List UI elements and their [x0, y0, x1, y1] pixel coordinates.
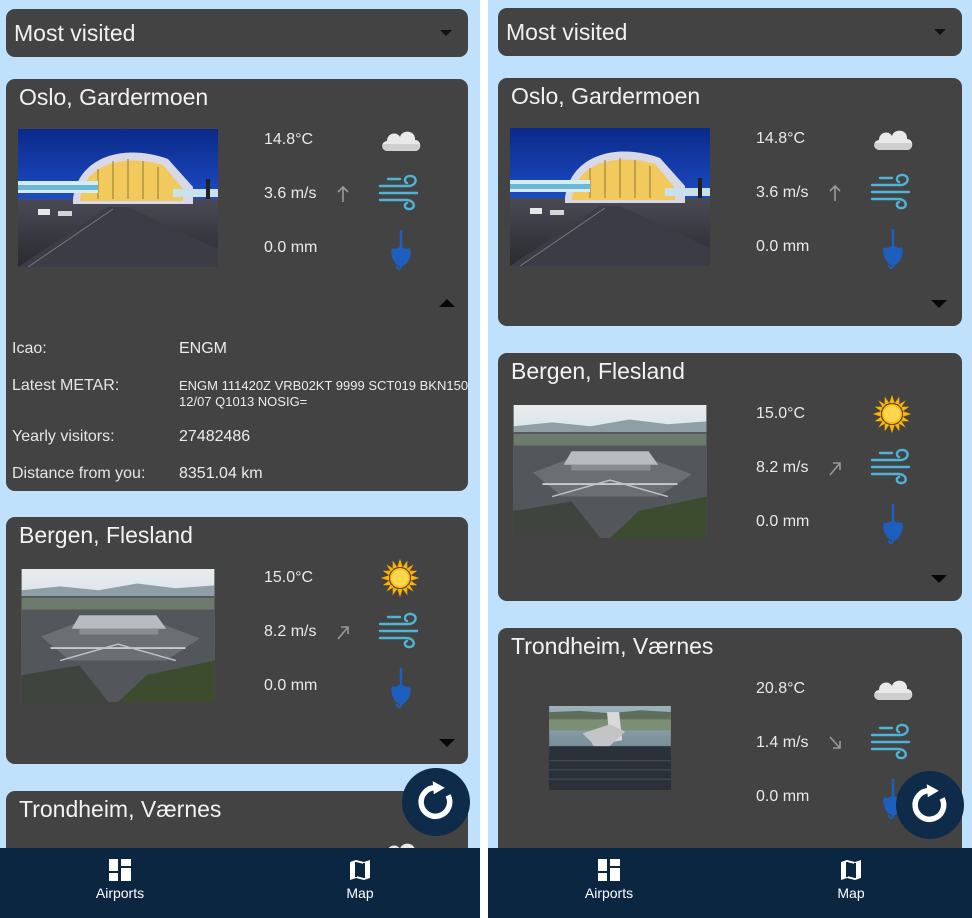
umbrella-icon: [386, 664, 416, 708]
wind-direction-arrow-icon: [827, 734, 843, 752]
wind-icon: [870, 170, 914, 210]
temperature-value: 15.0°C: [756, 405, 806, 422]
metar-value: ENGM 111420Z VRB02KT 9999 SCT019 BKN150 …: [179, 378, 468, 409]
nav-airports[interactable]: Airports: [0, 848, 240, 918]
wind-direction-arrow-icon: [335, 185, 351, 203]
precipitation-value: 0.0 mm: [264, 239, 318, 256]
airport-name: Oslo, Gardermoen: [511, 83, 701, 109]
wind-icon: [870, 445, 914, 485]
temperature-value: 14.8°C: [756, 130, 806, 147]
airport-name: Trondheim, Værnes: [511, 633, 714, 659]
nav-map[interactable]: Map: [730, 848, 972, 918]
right-screen: Most visited Oslo, Gardermoen 14.8°C 3.6…: [488, 0, 972, 918]
wind-value: 1.4 m/s: [756, 734, 809, 751]
nav-airports-label: Airports: [584, 885, 634, 901]
wind-value: 3.6 m/s: [264, 185, 317, 202]
wind-direction-arrow-icon: [335, 623, 351, 641]
refresh-button[interactable]: [402, 768, 470, 836]
airport-name: Trondheim, Værnes: [19, 796, 222, 822]
bottom-navigation: Airports Map: [0, 848, 480, 918]
dashboard-icon: [598, 859, 620, 881]
sort-dropdown[interactable]: Most visited: [498, 8, 962, 56]
wind-value: 8.2 m/s: [264, 623, 317, 640]
expand-arrow-icon[interactable]: [931, 575, 947, 583]
icao-value: ENGM: [179, 340, 227, 357]
distance-value: 8351.04 km: [179, 465, 263, 482]
bottom-navigation: Airports Map: [488, 848, 972, 918]
nav-map-label: Map: [346, 885, 374, 901]
airport-photo: [510, 706, 710, 790]
visitors-label: Yearly visitors:: [12, 428, 115, 445]
umbrella-icon: [386, 226, 416, 270]
wind-icon: [378, 171, 422, 211]
visitors-value: 27482486: [179, 428, 251, 445]
cloud-icon: [870, 673, 916, 703]
metar-label: Latest METAR:: [12, 377, 120, 394]
temperature-value: 15.0°C: [264, 569, 314, 586]
refresh-icon: [414, 780, 458, 824]
wind-icon: [378, 609, 422, 649]
expand-arrow-icon[interactable]: [931, 300, 947, 308]
refresh-icon: [908, 783, 952, 827]
airport-card-oslo[interactable]: Oslo, Gardermoen 14.8°C 3.6 m/s 0.0 mm: [498, 78, 962, 326]
airport-photo: [510, 128, 710, 266]
cloud-icon: [870, 123, 916, 153]
screen-divider: [480, 0, 488, 918]
collapse-arrow-icon[interactable]: [439, 299, 455, 307]
airport-card-bergen[interactable]: Bergen, Flesland 15.0°C 8.2 m/s 0.0 mm: [498, 353, 962, 601]
wind-direction-arrow-icon: [827, 459, 843, 477]
airport-photo: [18, 129, 218, 267]
precipitation-value: 0.0 mm: [756, 238, 810, 255]
wind-icon: [870, 720, 914, 760]
sun-icon: [380, 558, 420, 598]
map-icon: [349, 859, 371, 881]
airport-card-oslo[interactable]: Oslo, Gardermoen 14.8°C 3.6 m/s 0.0 mm I…: [6, 79, 468, 491]
wind-direction-arrow-icon: [827, 184, 843, 202]
precipitation-value: 0.0 mm: [264, 677, 318, 694]
nav-airports-label: Airports: [95, 885, 145, 901]
airport-photo: [510, 405, 710, 538]
map-icon: [840, 859, 862, 881]
airport-name: Bergen, Flesland: [511, 358, 685, 384]
icao-label: Icao:: [12, 340, 47, 357]
chevron-down-icon: [440, 30, 452, 36]
expand-arrow-icon[interactable]: [439, 739, 455, 747]
precipitation-value: 0.0 mm: [756, 788, 810, 805]
airport-photo: [18, 569, 218, 702]
airport-name: Oslo, Gardermoen: [19, 84, 209, 110]
nav-map[interactable]: Map: [240, 848, 480, 918]
wind-value: 8.2 m/s: [756, 459, 809, 476]
dashboard-icon: [109, 859, 131, 881]
sort-dropdown[interactable]: Most visited: [6, 9, 468, 57]
nav-map-label: Map: [837, 885, 865, 901]
umbrella-icon: [878, 225, 908, 269]
sun-icon: [872, 394, 912, 434]
temperature-value: 14.8°C: [264, 131, 314, 148]
temperature-value: 20.8°C: [756, 680, 806, 697]
airport-name: Bergen, Flesland: [19, 522, 193, 548]
refresh-button[interactable]: [896, 771, 964, 839]
nav-airports[interactable]: Airports: [488, 848, 730, 918]
distance-label: Distance from you:: [12, 465, 146, 482]
chevron-down-icon: [934, 29, 946, 35]
wind-value: 3.6 m/s: [756, 184, 809, 201]
cloud-icon: [378, 124, 424, 154]
sort-dropdown-label: Most visited: [506, 18, 628, 45]
precipitation-value: 0.0 mm: [756, 513, 810, 530]
umbrella-icon: [878, 500, 908, 544]
sort-dropdown-label: Most visited: [14, 19, 136, 46]
airport-card-bergen[interactable]: Bergen, Flesland 15.0°C 8.2 m/s 0.0 mm: [6, 517, 468, 764]
left-screen: Most visited Oslo, Gardermoen 14.8°C 3.6…: [0, 0, 480, 918]
